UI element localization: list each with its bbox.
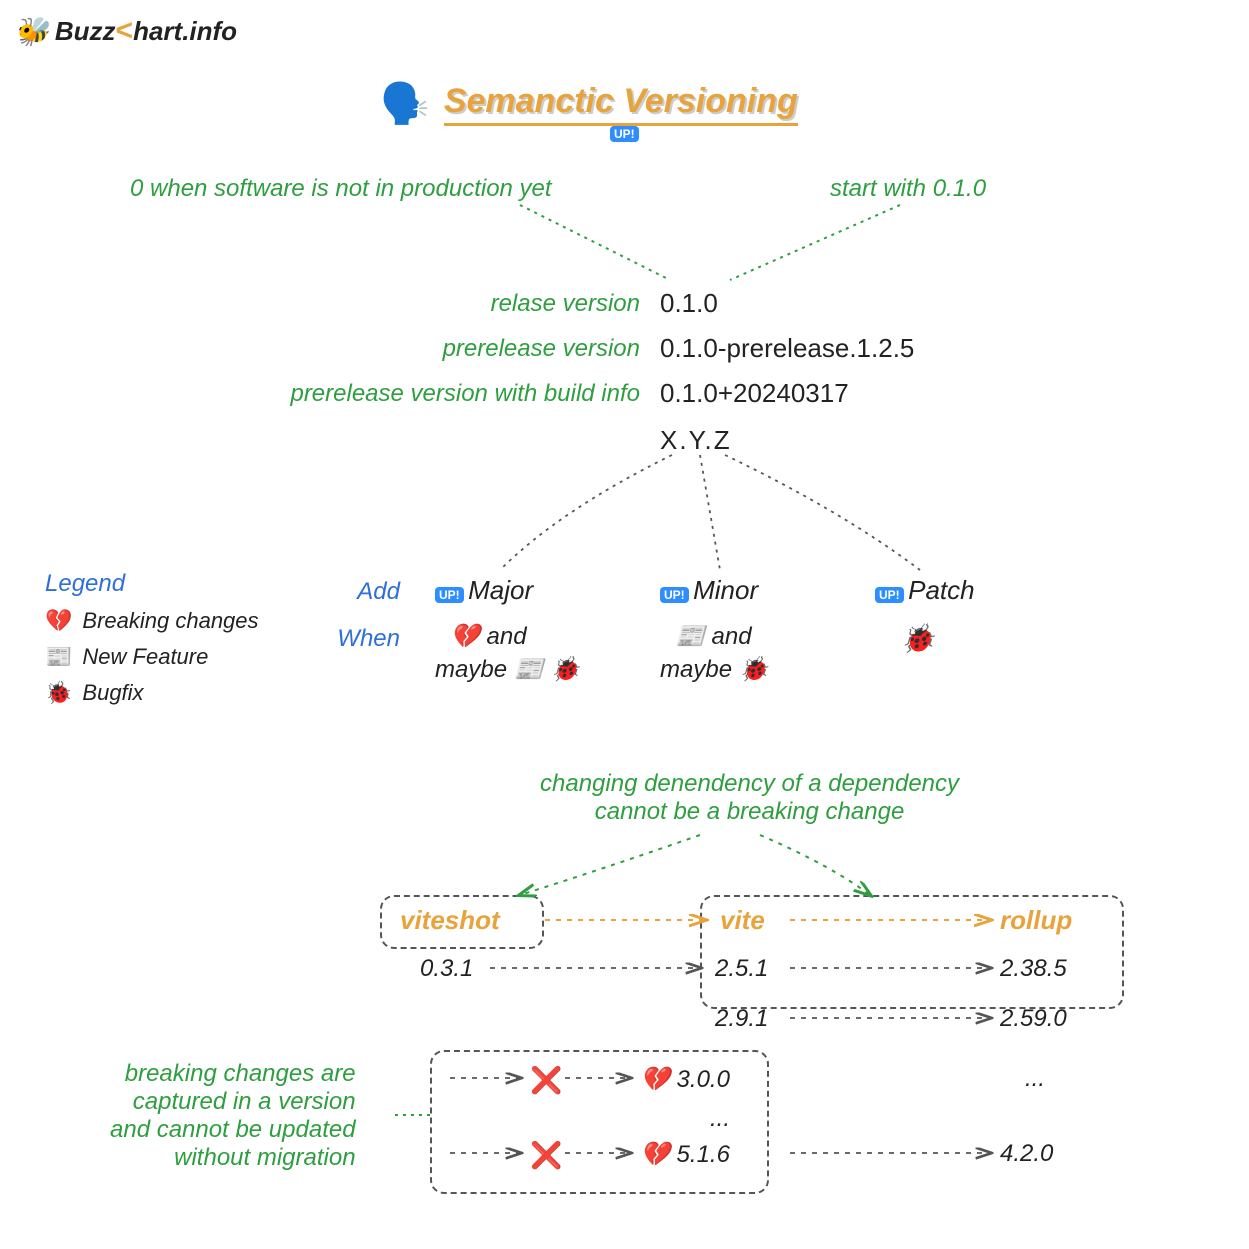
legend-title: Legend <box>45 570 259 598</box>
label-when: When <box>310 625 400 653</box>
bee-icon: 🐝 <box>14 15 49 48</box>
broken-heart-icon: 💔 <box>45 608 72 634</box>
up-badge-major: UP! <box>435 587 464 603</box>
brand-text-1: Buzz <box>55 16 116 46</box>
label-add: Add <box>310 578 400 606</box>
speaking-head-icon: 🗣️ <box>380 80 430 127</box>
legend-item-bugfix: 🐞 Bugfix <box>45 680 259 706</box>
dep-r2c1: 💔 3.0.0 <box>640 1065 730 1094</box>
note-breaking-captured: breaking changes are captured in a versi… <box>110 1060 356 1172</box>
legend-item-breaking: 💔 Breaking changes <box>45 608 259 634</box>
brand-logo: 🐝 Buzz<hart.info <box>14 14 237 48</box>
up-badge-minor: UP! <box>660 587 689 603</box>
dep-r1c2: 2.59.0 <box>1000 1005 1067 1033</box>
dep-r0c0: 0.3.1 <box>420 955 473 983</box>
note-start-with: start with 0.1.0 <box>830 175 986 203</box>
label-prerelease: prerelease version <box>250 335 640 363</box>
label-release: relase version <box>250 290 640 318</box>
bug-icon: 🐞 <box>45 680 72 706</box>
value-pattern: X.Y.Z <box>660 425 732 456</box>
part-patch: UP! Patch <box>875 575 975 606</box>
dep-r4c2: 4.2.0 <box>1000 1140 1053 1168</box>
dep-col-viteshot: viteshot <box>400 905 500 936</box>
diagram-root: 🐝 Buzz<hart.info 🗣️ Semanctic Versioning… <box>0 0 1249 1249</box>
part-major: UP! Major <box>435 575 533 606</box>
legend-block: Legend 💔 Breaking changes 📰 New Feature … <box>45 570 259 706</box>
dep-r1c1: 2.9.1 <box>715 1005 768 1033</box>
newspaper-icon: 📰 <box>45 644 72 670</box>
dep-r0c1: 2.5.1 <box>715 955 768 983</box>
when-major-2: maybe 📰 🐞 <box>435 655 580 684</box>
when-minor-2: maybe 🐞 <box>660 655 769 684</box>
dep-r4c0-x: ❌ <box>530 1140 562 1171</box>
when-major-1: 💔 and <box>450 622 527 651</box>
dep-r2c2: ... <box>1025 1065 1045 1093</box>
value-release: 0.1.0 <box>660 288 718 319</box>
dep-col-rollup: rollup <box>1000 905 1072 936</box>
note-dep-of-dep: changing denendency of a dependency cann… <box>540 770 959 826</box>
value-prerelease: 0.1.0-prerelease.1.2.5 <box>660 333 914 364</box>
page-title: Semanctic Versioning <box>444 82 798 126</box>
dep-r4c1: 💔 5.1.6 <box>640 1140 730 1169</box>
dep-r3c1: ... <box>710 1105 730 1133</box>
title-up-badge: UP! <box>610 125 639 143</box>
legend-item-feature: 📰 New Feature <box>45 644 259 670</box>
dep-r2c0-x: ❌ <box>530 1065 562 1096</box>
brand-text-2: hart.info <box>133 16 237 46</box>
part-minor: UP! Minor <box>660 575 758 606</box>
brand-angle-icon: < <box>116 14 134 47</box>
when-minor-1: 📰 and <box>675 622 752 651</box>
label-buildinfo: prerelease version with build info <box>190 380 640 408</box>
up-badge-patch: UP! <box>875 587 904 603</box>
when-patch-1: 🐞 <box>900 622 935 655</box>
dep-r0c2: 2.38.5 <box>1000 955 1067 983</box>
dep-col-vite: vite <box>720 905 765 936</box>
value-buildinfo: 0.1.0+20240317 <box>660 378 849 409</box>
title-row: 🗣️ Semanctic Versioning <box>380 80 798 127</box>
note-zero-not-prod: 0 when software is not in production yet <box>130 175 552 203</box>
